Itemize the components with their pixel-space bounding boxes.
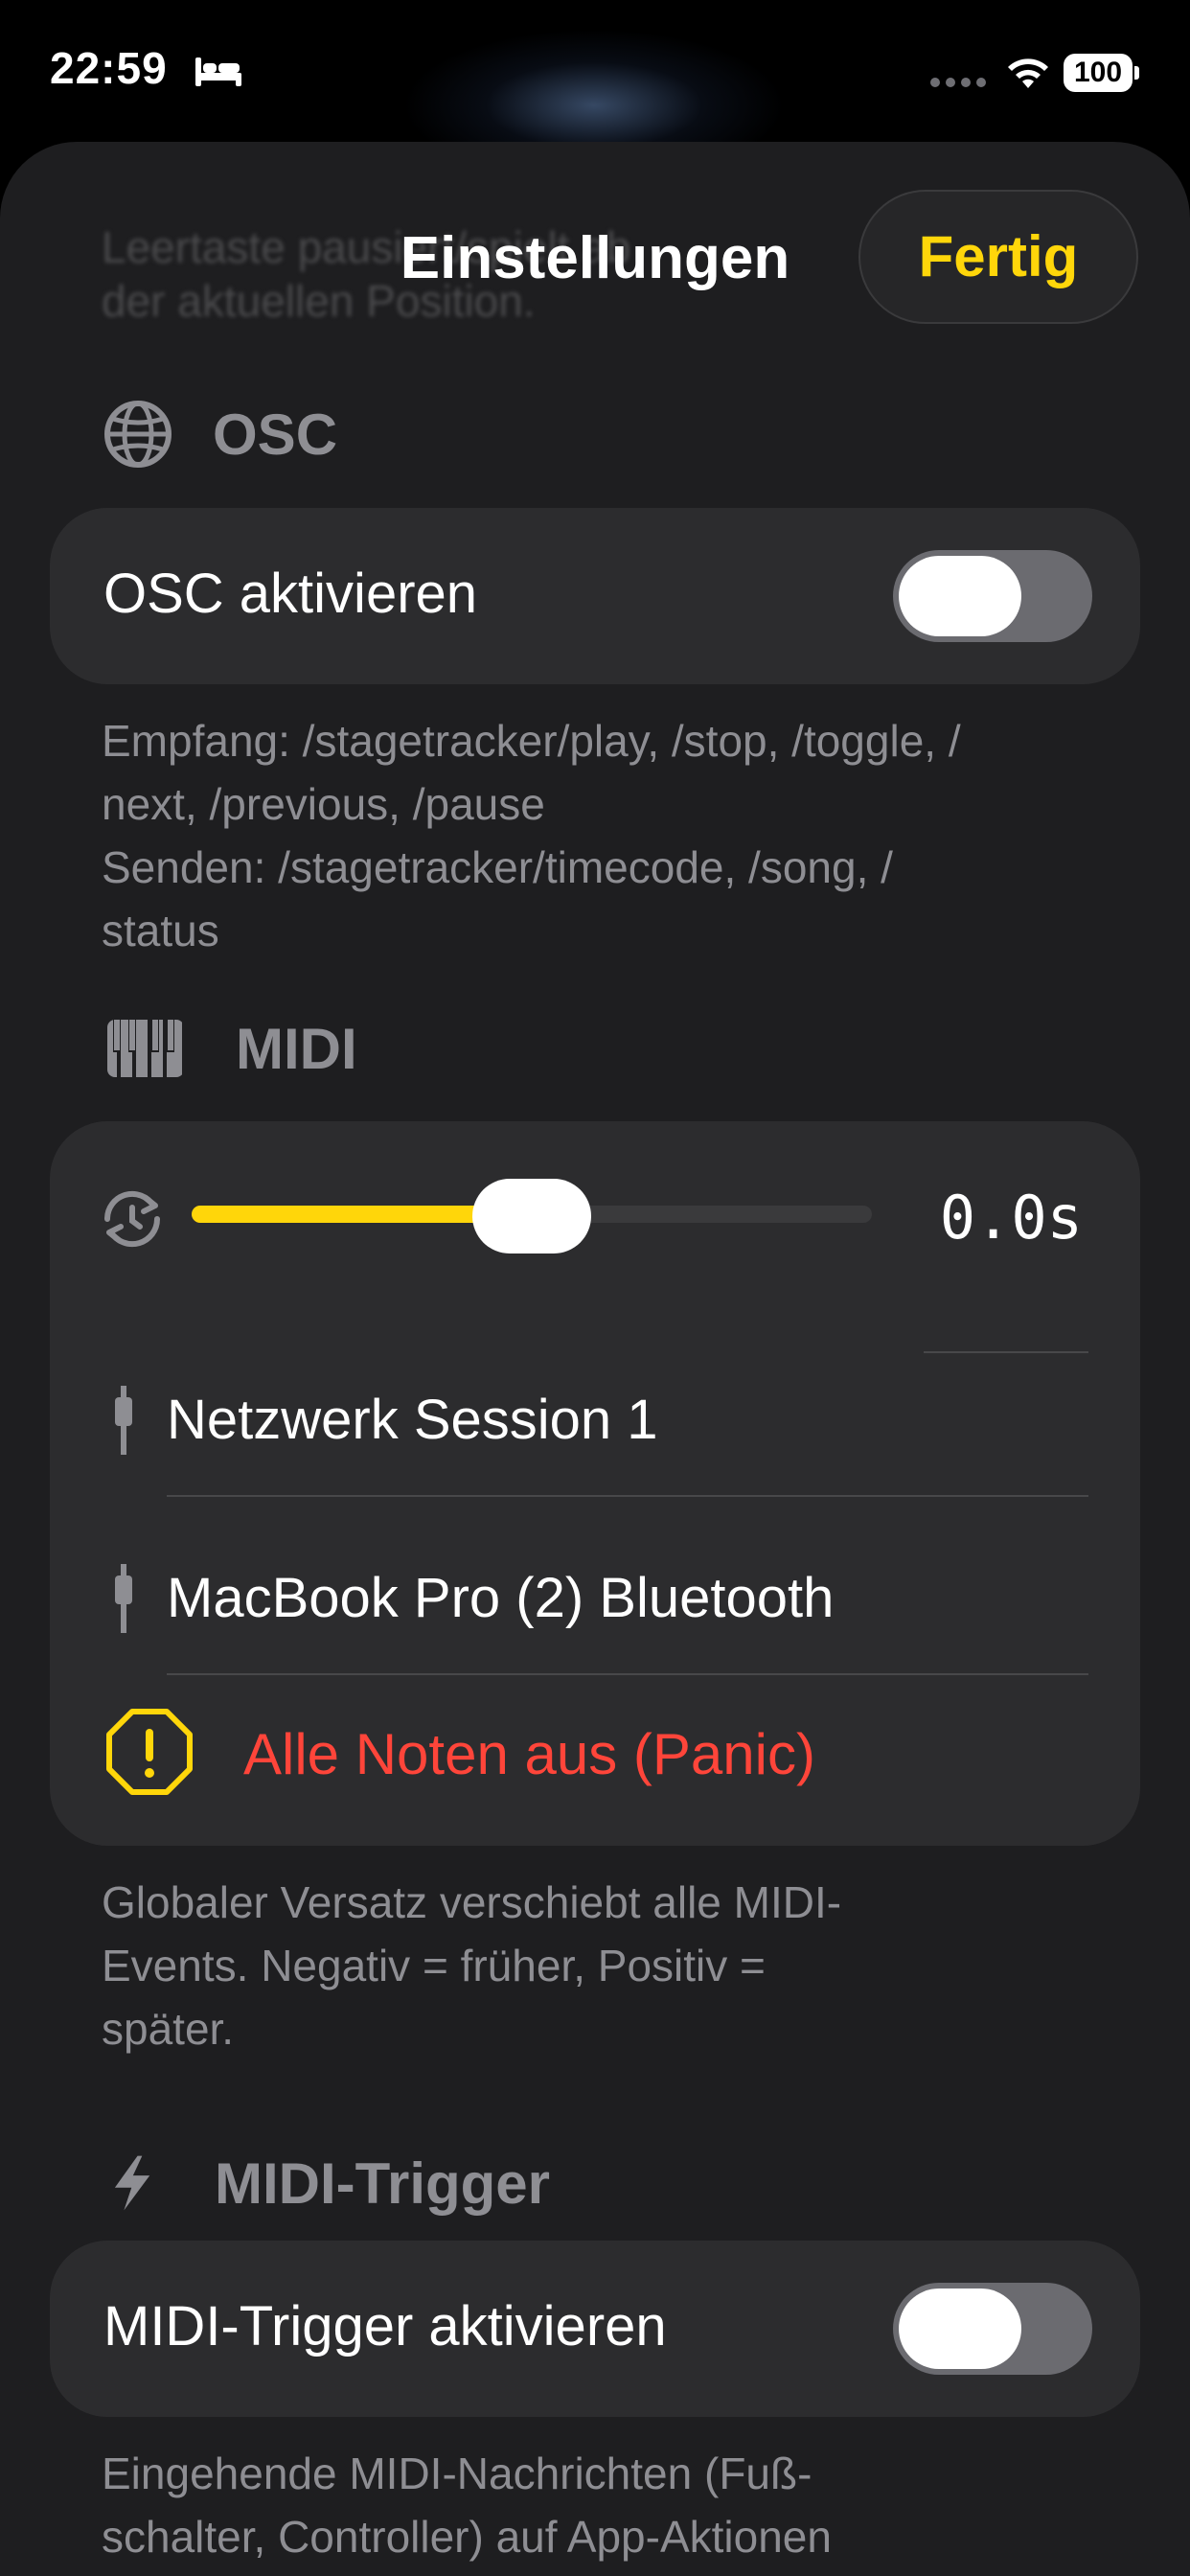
bed-icon	[195, 58, 241, 86]
osc-toggle-label: OSC aktivieren	[103, 563, 478, 625]
divider	[924, 1351, 1088, 1353]
battery-icon: 100	[1064, 54, 1140, 92]
status-time: 22:59	[50, 43, 168, 93]
clock-arrows-icon	[103, 1190, 161, 1248]
midi-device-2[interactable]: MacBook Pro (2) Bluetooth	[167, 1566, 834, 1630]
plug-icon	[115, 1386, 132, 1455]
battery-level: 100	[1064, 54, 1133, 92]
plug-icon	[115, 1564, 132, 1633]
midi-trigger-section-title: MIDI-Trigger	[215, 2150, 551, 2216]
midi-trigger-toggle-knob	[899, 2288, 1021, 2369]
offset-slider-thumb[interactable]	[472, 1179, 591, 1254]
osc-section-title: OSC	[213, 402, 338, 467]
osc-toggle[interactable]	[893, 550, 1092, 642]
status-bar: 22:59 100	[0, 0, 1190, 182]
midi-trigger-section-header: MIDI-Trigger	[102, 2145, 550, 2221]
divider	[167, 1673, 1088, 1675]
midi-section-header: MIDI	[102, 1010, 357, 1087]
wifi-icon	[1008, 58, 1048, 88]
settings-screen: 22:59 100 Leertaste pausiert/spielt ab d…	[0, 0, 1190, 2576]
midi-section-title: MIDI	[236, 1016, 357, 1081]
warning-octagon-icon	[106, 1709, 193, 1795]
midi-trigger-toggle-label: MIDI-Trigger aktivieren	[103, 2295, 667, 2358]
done-button[interactable]: Fertig	[858, 190, 1138, 324]
osc-card: OSC aktivieren	[50, 508, 1140, 684]
piano-keys-icon	[107, 1020, 182, 1077]
midi-card: 0.0s Netzwerk Session 1 MacBook Pro (2) …	[50, 1121, 1140, 1846]
osc-footnote: Empfang: /stagetracker/play, /stop, /tog…	[102, 716, 961, 955]
settings-sheet: Leertaste pausiert/spielt ab der aktuell…	[0, 142, 1190, 2576]
sheet-header: Einstellungen Fertig	[0, 142, 1190, 343]
osc-toggle-knob	[899, 556, 1021, 636]
panic-button[interactable]: Alle Noten aus (Panic)	[243, 1721, 815, 1787]
osc-section-header: OSC	[102, 396, 337, 472]
midi-trigger-card: MIDI-Trigger aktivieren	[50, 2241, 1140, 2417]
lightning-bolt-icon	[114, 2155, 150, 2211]
midi-footnote: Globaler Versatz verschiebt alle MIDI- E…	[102, 1877, 842, 2054]
globe-icon	[104, 401, 172, 468]
midi-device-1[interactable]: Netzwerk Session 1	[167, 1388, 658, 1452]
battery-cap	[1134, 66, 1139, 80]
midi-trigger-toggle[interactable]	[893, 2283, 1092, 2375]
cellular-dots-icon	[930, 78, 986, 87]
midi-trigger-footnote: Eingehende MIDI-Nachrichten (Fuß- schalt…	[102, 2449, 832, 2562]
divider	[167, 1495, 1088, 1497]
offset-value: 0.0s	[939, 1183, 1083, 1253]
